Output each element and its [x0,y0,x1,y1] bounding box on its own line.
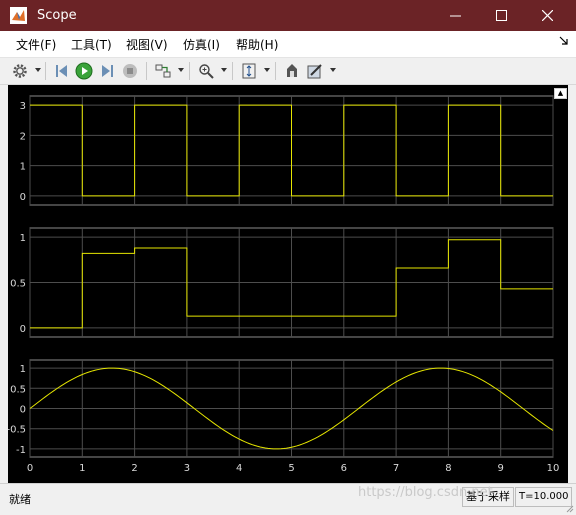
sim-time: T=10.000 [515,487,573,507]
title-bar: Scope [0,0,576,31]
maximize-icon [495,10,507,21]
plot-2-ytick-label: 1 [20,233,26,244]
step-back-icon [56,65,67,77]
settings-button[interactable] [10,61,30,81]
minimize-icon [449,15,461,17]
menu-bar: 文件(F) 工具(T) 视图(V) 仿真(I) 帮助(H) [0,31,576,58]
highlight-block-button[interactable] [282,61,302,81]
stop-button[interactable] [120,61,140,81]
xtick-label: 1 [79,463,85,474]
scale-axes-icon [242,63,256,79]
scale-axes-dropdown-arrow[interactable] [264,68,270,72]
minimize-button[interactable] [432,0,478,31]
status-text: 就绪 [9,493,31,506]
plot-1-ytick-label: 3 [20,101,26,112]
step-back-button[interactable] [52,61,72,81]
menu-simulation[interactable]: 仿真(I) [183,36,220,53]
undock-axes-button[interactable]: ▲ [554,88,567,99]
run-button[interactable] [74,61,94,81]
plot-1-ytick-label: 1 [20,162,26,173]
toolbar-separator [275,62,276,80]
step-forward-button[interactable] [97,61,117,81]
sample-mode: 基于采样 [462,487,514,507]
plot-3-ytick-label: -1 [16,445,26,456]
plot-1-ytick-label: 2 [20,131,26,142]
xtick-label: 0 [27,463,33,474]
toolbar-separator [146,62,147,80]
status-bar: 就绪 基于采样 T=10.000 [0,483,576,515]
zoom-dropdown-arrow[interactable] [221,68,227,72]
menu-file[interactable]: 文件(F) [16,36,56,53]
scope-plots: 012300.51-1-0.500.510 1 2 3 4 5 6 7 8 9 10 [6,95,560,474]
xtick-label: 4 [236,463,242,474]
toolbar [0,58,576,85]
dock-arrow-icon[interactable] [559,36,568,45]
plot-2-ytick-label: 0.5 [10,279,26,290]
settings-dropdown-arrow[interactable] [35,68,41,72]
menu-tools[interactable]: 工具(T) [71,36,112,53]
scope-display: 0 1 2 3 0 0.5 1 -1 -0.5 0 0.5 1 0 1 2 3 4 5 6 7 8 9 10 [6,85,568,483]
xtick-label: 5 [288,463,294,474]
signal-select-icon [155,64,171,78]
menu-view[interactable]: 视图(V) [126,36,168,53]
zoom-button[interactable] [196,61,216,81]
toolbar-separator [189,62,190,80]
gear-icon [13,64,27,78]
plot-3-ytick-label: 0 [20,405,26,416]
plot-3-ytick-label: -0.5 [8,425,26,436]
signal-select-dropdown-arrow[interactable] [178,68,184,72]
window-title: Scope [37,8,77,23]
xtick-label: 7 [393,463,399,474]
style-button[interactable] [305,61,325,81]
xtick-label: 6 [341,463,347,474]
signal-select-button[interactable] [153,61,173,81]
plot-3-ytick-label: 0.5 [10,384,26,395]
close-icon [541,10,553,21]
close-button[interactable] [524,0,570,31]
matlab-app-icon [10,7,27,24]
plot-3-ytick-label: 1 [20,364,26,375]
xtick-label: 8 [445,463,451,474]
style-dropdown-arrow[interactable] [330,68,336,72]
menu-help[interactable]: 帮助(H) [236,36,278,53]
scale-axes-button[interactable] [239,61,259,81]
plot-2-ytick-label: 0 [20,324,26,335]
run-icon [75,62,93,80]
style-icon [307,64,322,79]
xtick-label: 10 [547,463,560,474]
maximize-button[interactable] [478,0,524,31]
xtick-label: 2 [131,463,137,474]
toolbar-separator [45,62,46,80]
highlight-block-icon [287,64,297,77]
resize-grip-icon[interactable] [566,505,574,513]
xtick-label: 3 [184,463,190,474]
toolbar-separator [232,62,233,80]
stop-icon [123,64,137,78]
zoom-icon [199,64,214,79]
plot-1-ytick-label: 0 [20,192,26,203]
xtick-label: 9 [498,463,504,474]
step-forward-icon [102,65,113,77]
